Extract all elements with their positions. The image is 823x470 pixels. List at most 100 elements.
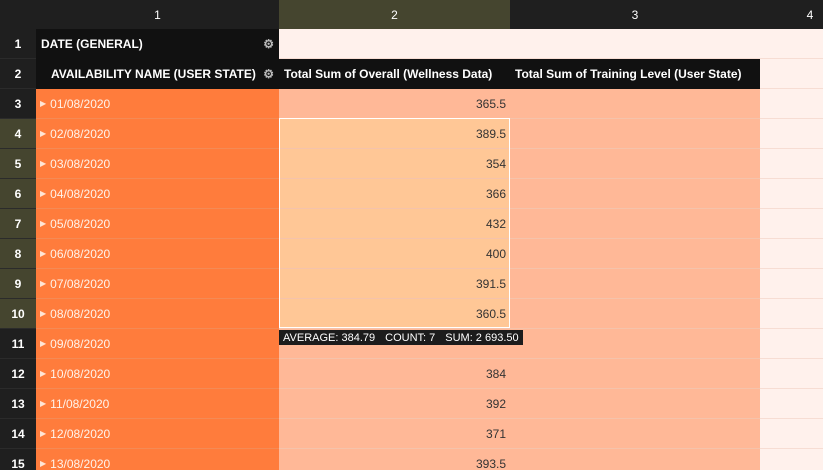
overall-value-cell[interactable]: 366	[279, 179, 510, 209]
training-level-cell[interactable]	[510, 269, 760, 299]
overall-value-cell[interactable]: 391.5	[279, 269, 510, 299]
column-header-4[interactable]: 4	[760, 0, 823, 29]
triangle-right-icon[interactable]: ▶	[40, 459, 46, 468]
training-level-cell[interactable]	[510, 119, 760, 149]
row-field-header[interactable]: AVAILABILITY NAME (USER STATE) ⚙	[36, 59, 279, 89]
empty-cell[interactable]	[760, 239, 823, 269]
triangle-right-icon[interactable]: ▶	[40, 429, 46, 438]
training-level-cell[interactable]	[510, 389, 760, 419]
empty-cell[interactable]	[760, 269, 823, 299]
date-row-cell[interactable]: ▶ 01/08/2020	[36, 89, 279, 119]
empty-cell[interactable]	[760, 449, 823, 470]
date-row-cell[interactable]: ▶ 11/08/2020	[36, 389, 279, 419]
overall-value-cell[interactable]: 400	[279, 239, 510, 269]
date-row-cell[interactable]: ▶ 02/08/2020	[36, 119, 279, 149]
date-row-cell[interactable]: ▶ 03/08/2020	[36, 149, 279, 179]
gear-icon[interactable]: ⚙	[263, 37, 274, 51]
empty-cell[interactable]	[760, 329, 823, 359]
overall-value-cell[interactable]: 384	[279, 359, 510, 389]
triangle-right-icon[interactable]: ▶	[40, 369, 46, 378]
overall-value-cell[interactable]: 360.5	[279, 299, 510, 329]
triangle-right-icon[interactable]: ▶	[40, 129, 46, 138]
triangle-right-icon[interactable]: ▶	[40, 339, 46, 348]
date-row-cell[interactable]: ▶ 06/08/2020	[36, 239, 279, 269]
row-header[interactable]: 8	[0, 239, 36, 269]
date-row-cell[interactable]: ▶ 13/08/2020	[36, 449, 279, 470]
empty-cell[interactable]	[760, 389, 823, 419]
row-header[interactable]: 14	[0, 419, 36, 449]
triangle-right-icon[interactable]: ▶	[40, 399, 46, 408]
date-label: 02/08/2020	[50, 126, 111, 141]
training-level-cell[interactable]	[510, 239, 760, 269]
triangle-right-icon[interactable]: ▶	[40, 189, 46, 198]
row-header[interactable]: 3	[0, 89, 36, 119]
value-header-overall[interactable]: Total Sum of Overall (Wellness Data)	[279, 59, 510, 89]
training-level-cell[interactable]	[510, 149, 760, 179]
training-level-cell[interactable]	[510, 449, 760, 470]
empty-cell[interactable]	[760, 419, 823, 449]
row-header[interactable]: 2	[0, 59, 36, 89]
overall-value-cell[interactable]: 389.5	[279, 119, 510, 149]
column-header-3[interactable]: 3	[510, 0, 760, 29]
overall-value-cell[interactable]: 392	[279, 389, 510, 419]
overall-value-cell[interactable]: 365.5	[279, 89, 510, 119]
row-header[interactable]: 13	[0, 389, 36, 419]
training-level-cell[interactable]	[510, 89, 760, 119]
date-label: 13/08/2020	[50, 456, 111, 470]
empty-cell[interactable]	[760, 149, 823, 179]
triangle-right-icon[interactable]: ▶	[40, 309, 46, 318]
row-header[interactable]: 12	[0, 359, 36, 389]
selection-stats-tooltip: AVERAGE: 384.79 COUNT: 7 SUM: 2 693.50	[279, 330, 523, 345]
row-header[interactable]: 15	[0, 449, 36, 470]
row-header[interactable]: 1	[0, 29, 36, 59]
empty-cell[interactable]	[760, 299, 823, 329]
row-header[interactable]: 9	[0, 269, 36, 299]
empty-cell[interactable]	[760, 59, 823, 89]
date-row-cell[interactable]: ▶ 10/08/2020	[36, 359, 279, 389]
empty-cell[interactable]	[760, 119, 823, 149]
date-field-header[interactable]: DATE (GENERAL) ⚙	[36, 29, 279, 59]
empty-cell[interactable]	[760, 179, 823, 209]
overall-value-cell[interactable]: 432	[279, 209, 510, 239]
date-label: 12/08/2020	[50, 426, 111, 441]
training-level-cell[interactable]	[510, 329, 760, 359]
column-header-1[interactable]: 1	[36, 0, 279, 29]
date-row-cell[interactable]: ▶ 05/08/2020	[36, 209, 279, 239]
training-level-cell[interactable]	[510, 299, 760, 329]
empty-cell[interactable]	[760, 359, 823, 389]
row-header[interactable]: 7	[0, 209, 36, 239]
date-row-cell[interactable]: ▶ 07/08/2020	[36, 269, 279, 299]
row-header[interactable]: 10	[0, 299, 36, 329]
triangle-right-icon[interactable]: ▶	[40, 279, 46, 288]
training-level-cell[interactable]	[510, 179, 760, 209]
column-header-2[interactable]: 2	[279, 0, 510, 29]
training-level-cell[interactable]	[510, 419, 760, 449]
overall-value-cell[interactable]: 393.5	[279, 449, 510, 470]
triangle-right-icon[interactable]: ▶	[40, 249, 46, 258]
triangle-right-icon[interactable]: ▶	[40, 219, 46, 228]
row-header[interactable]: 5	[0, 149, 36, 179]
training-level-cell[interactable]	[510, 209, 760, 239]
triangle-right-icon[interactable]: ▶	[40, 159, 46, 168]
spreadsheet-grid[interactable]: 1 2 3 4 1 DATE (GENERAL) ⚙ 2 AVAILABILIT…	[0, 0, 823, 470]
gear-icon[interactable]: ⚙	[263, 67, 274, 81]
row-header[interactable]: 11	[0, 329, 36, 359]
row-header[interactable]: 6	[0, 179, 36, 209]
training-level-cell[interactable]	[510, 359, 760, 389]
date-row-cell[interactable]: ▶ 09/08/2020	[36, 329, 279, 359]
date-row-cell[interactable]: ▶ 12/08/2020	[36, 419, 279, 449]
value-header-training-level[interactable]: Total Sum of Training Level (User State)	[510, 59, 760, 89]
triangle-right-icon[interactable]: ▶	[40, 99, 46, 108]
selection-sum: SUM: 2 693.50	[445, 331, 519, 344]
date-row-cell[interactable]: ▶ 04/08/2020	[36, 179, 279, 209]
date-row-cell[interactable]: ▶ 08/08/2020	[36, 299, 279, 329]
row-header[interactable]: 4	[0, 119, 36, 149]
empty-cell[interactable]	[760, 209, 823, 239]
empty-cell[interactable]	[279, 29, 823, 59]
empty-cell[interactable]	[760, 89, 823, 119]
date-label: 06/08/2020	[50, 246, 111, 261]
overall-value-cell[interactable]: 371	[279, 419, 510, 449]
grid-corner[interactable]	[0, 0, 36, 29]
date-label: 03/08/2020	[50, 156, 111, 171]
overall-value-cell[interactable]: 354	[279, 149, 510, 179]
